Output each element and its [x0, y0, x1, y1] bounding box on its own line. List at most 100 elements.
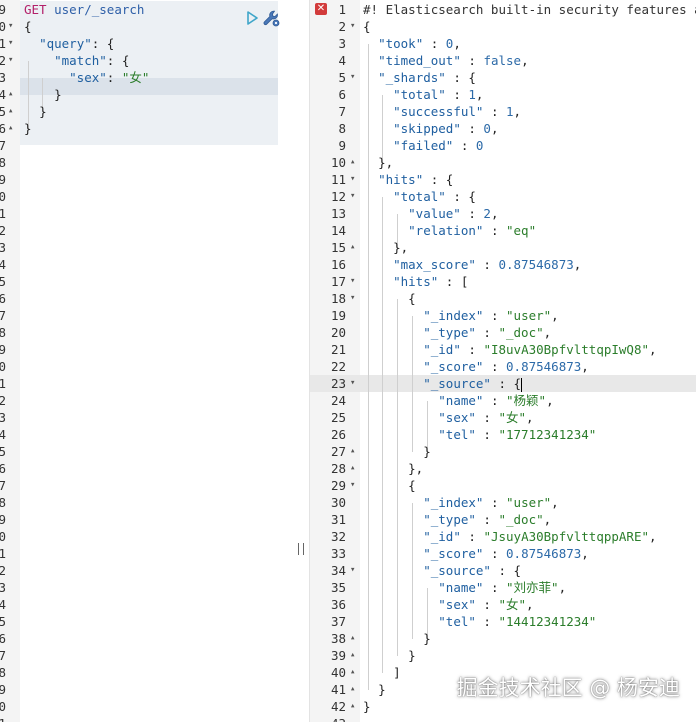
request-code-line[interactable]: 5 ▴ } [0, 103, 294, 120]
response-viewer[interactable]: 1 #! Elasticsearch built-in security feat… [310, 0, 696, 722]
response-code-line[interactable]: 38 ▴ } [310, 630, 696, 647]
request-code-line[interactable]: 8 [0, 494, 294, 511]
pane-divider[interactable] [294, 0, 310, 722]
response-code-line[interactable]: 13 "value" : 2, [310, 205, 696, 222]
response-code-line[interactable]: 8 "skipped" : 0, [310, 120, 696, 137]
fold-end-icon[interactable]: ▴ [350, 698, 355, 715]
response-code-line[interactable]: 18 ▾ { [310, 290, 696, 307]
request-code-line[interactable]: 7 [0, 307, 294, 324]
request-code-line[interactable]: 5 [0, 443, 294, 460]
response-code-line[interactable]: 36 "sex" : "女", [310, 596, 696, 613]
request-code-line[interactable]: 6 [0, 460, 294, 477]
response-code-line[interactable]: 9 "failed" : 0 [310, 137, 696, 154]
error-icon[interactable]: ✕ [315, 3, 327, 15]
request-code-line[interactable]: 3 [0, 579, 294, 596]
request-code-line[interactable]: 9 [0, 681, 294, 698]
response-code-line[interactable]: 22 "_score" : 0.87546873, [310, 358, 696, 375]
request-code-line[interactable]: 5 [0, 273, 294, 290]
response-code-line[interactable]: 21 "_id" : "I8uvA30BpfvlttqpIwQ8", [310, 341, 696, 358]
fold-end-icon[interactable]: ▴ [350, 443, 355, 460]
response-code-line[interactable]: 43 [310, 715, 696, 722]
response-code-line[interactable]: 7 "successful" : 1, [310, 103, 696, 120]
fold-end-icon[interactable]: ▴ [350, 647, 355, 664]
fold-collapse-icon[interactable]: ▾ [350, 290, 355, 307]
request-code-line[interactable]: 7 [0, 477, 294, 494]
request-code-line[interactable]: 1 [0, 375, 294, 392]
response-code-line[interactable]: 17 ▾ "hits" : [ [310, 273, 696, 290]
request-code-line[interactable]: 9 [0, 171, 294, 188]
response-code-line[interactable]: 6 "total" : 1, [310, 86, 696, 103]
response-code-line[interactable]: 28 ▴ }, [310, 460, 696, 477]
request-code-line[interactable]: 8 [0, 664, 294, 681]
response-code-line[interactable]: 23 ▾ "_source" : { [310, 375, 696, 392]
fold-end-icon[interactable]: ▴ [350, 154, 355, 171]
fold-collapse-icon[interactable]: ▾ [350, 188, 355, 205]
fold-collapse-icon[interactable]: ▾ [8, 52, 13, 69]
response-code-line[interactable]: 33 "_score" : 0.87546873, [310, 545, 696, 562]
fold-collapse-icon[interactable]: ▾ [350, 171, 355, 188]
request-code-line[interactable]: 2 [0, 222, 294, 239]
request-code-line[interactable]: 9 [0, 341, 294, 358]
fold-collapse-icon[interactable]: ▾ [350, 375, 355, 392]
fold-collapse-icon[interactable]: ▾ [8, 35, 13, 52]
request-code-line[interactable]: 0 [0, 188, 294, 205]
response-code-line[interactable]: 26 "tel" : "17712341234" [310, 426, 696, 443]
request-code-line[interactable]: 3 "sex": "女" [0, 69, 294, 86]
response-code-line[interactable]: 35 "name" : "刘亦菲", [310, 579, 696, 596]
response-code-line[interactable]: 4 "timed_out" : false, [310, 52, 696, 69]
response-code-line[interactable]: 15 ▴ }, [310, 239, 696, 256]
fold-end-icon[interactable]: ▴ [8, 103, 13, 120]
response-code-line[interactable]: 16 "max_score" : 0.87546873, [310, 256, 696, 273]
request-code-line[interactable]: 4 [0, 596, 294, 613]
request-code-line[interactable]: 4 [0, 256, 294, 273]
request-code-line[interactable]: 1 [0, 545, 294, 562]
response-code-line[interactable]: 30 "_index" : "user", [310, 494, 696, 511]
request-code-line[interactable]: 6 [0, 630, 294, 647]
wrench-icon[interactable] [262, 9, 280, 27]
response-code-line[interactable]: 1 #! Elasticsearch built-in security feat… [310, 1, 696, 18]
fold-collapse-icon[interactable]: ▾ [350, 273, 355, 290]
request-code-line[interactable]: 2 [0, 392, 294, 409]
request-code-line[interactable]: 1 ▾ "query": { [0, 35, 294, 52]
response-code-line[interactable]: 27 ▴ } [310, 443, 696, 460]
request-code-line[interactable]: 8 [0, 324, 294, 341]
request-code-line[interactable]: 0 [0, 698, 294, 715]
request-code-line[interactable]: 1 [0, 205, 294, 222]
request-code-line[interactable]: 0 [0, 358, 294, 375]
response-code-line[interactable]: 31 "_type" : "_doc", [310, 511, 696, 528]
fold-end-icon[interactable]: ▴ [350, 239, 355, 256]
response-code-line[interactable]: 34 ▾ "_source" : { [310, 562, 696, 579]
response-code-line[interactable]: 24 "name" : "杨颖", [310, 392, 696, 409]
response-code-line[interactable]: 14 "relation" : "eq" [310, 222, 696, 239]
response-code-line[interactable]: 25 "sex" : "女", [310, 409, 696, 426]
request-code-line[interactable]: 2 [0, 562, 294, 579]
fold-collapse-icon[interactable]: ▾ [8, 18, 13, 35]
resize-handle-icon[interactable] [298, 543, 304, 555]
request-code-line[interactable]: 8 [0, 154, 294, 171]
request-code-line[interactable]: 0 [0, 528, 294, 545]
response-code-line[interactable]: 11 ▾ "hits" : { [310, 171, 696, 188]
fold-collapse-icon[interactable]: ▾ [350, 69, 355, 86]
request-code-line[interactable]: 6 [0, 290, 294, 307]
request-code-line[interactable]: 2 ▾ "match": { [0, 52, 294, 69]
request-code-line[interactable]: 5 [0, 613, 294, 630]
response-code-line[interactable]: 20 "_type" : "_doc", [310, 324, 696, 341]
request-code-line[interactable]: 4 [0, 426, 294, 443]
request-code-line[interactable]: 3 [0, 409, 294, 426]
fold-end-icon[interactable]: ▴ [350, 681, 355, 698]
request-code-line[interactable]: 4 ▴ } [0, 86, 294, 103]
request-code-line[interactable]: 3 [0, 239, 294, 256]
response-code-line[interactable]: 19 "_index" : "user", [310, 307, 696, 324]
fold-collapse-icon[interactable]: ▾ [350, 18, 355, 35]
response-code-line[interactable]: 32 "_id" : "JsuyA30BpfvlttqppARE", [310, 528, 696, 545]
response-code-line[interactable]: 3 "took" : 0, [310, 35, 696, 52]
response-code-line[interactable]: 2 ▾ { [310, 18, 696, 35]
fold-collapse-icon[interactable]: ▾ [350, 562, 355, 579]
fold-end-icon[interactable]: ▴ [350, 630, 355, 647]
response-code-line[interactable]: 37 "tel" : "14412341234" [310, 613, 696, 630]
fold-end-icon[interactable]: ▴ [8, 86, 13, 103]
fold-end-icon[interactable]: ▴ [350, 460, 355, 477]
fold-end-icon[interactable]: ▴ [8, 120, 13, 137]
response-code-line[interactable]: 10 ▴ }, [310, 154, 696, 171]
request-code-line[interactable]: 1 [0, 715, 294, 722]
